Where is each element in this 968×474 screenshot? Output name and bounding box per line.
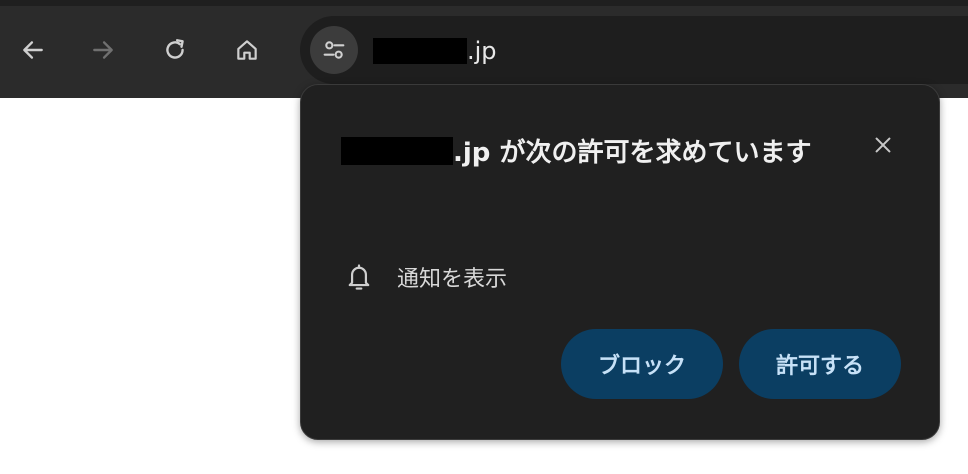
address-bar[interactable]: .jp — [300, 16, 968, 84]
tab-strip-edge — [0, 0, 968, 6]
allow-button[interactable]: 許可する — [739, 329, 901, 399]
prompt-title: .jp が次の許可を求めています — [341, 131, 841, 175]
tune-icon — [323, 41, 345, 59]
bell-icon — [348, 264, 370, 290]
permission-prompt: .jp が次の許可を求めています 通知を表示 ブロック 許可する — [300, 84, 940, 440]
prompt-title-text: .jp が次の許可を求めています — [453, 138, 812, 168]
home-button[interactable] — [227, 30, 267, 70]
back-button[interactable] — [13, 30, 53, 70]
forward-button[interactable] — [83, 30, 123, 70]
url-suffix: .jp — [467, 37, 497, 65]
reload-icon — [166, 39, 184, 59]
arrow-right-icon — [93, 41, 113, 59]
block-button[interactable]: ブロック — [561, 329, 723, 399]
redacted-domain — [373, 38, 467, 64]
redacted-domain — [341, 137, 453, 165]
permission-row: 通知を表示 — [345, 259, 507, 295]
permission-label: 通知を表示 — [397, 267, 508, 292]
close-icon — [875, 137, 891, 153]
arrow-left-icon — [23, 41, 43, 59]
home-icon — [237, 40, 257, 60]
reload-button[interactable] — [155, 30, 195, 70]
site-info-button[interactable] — [310, 26, 358, 74]
url-text[interactable]: .jp — [373, 36, 497, 66]
close-button[interactable] — [867, 129, 899, 161]
